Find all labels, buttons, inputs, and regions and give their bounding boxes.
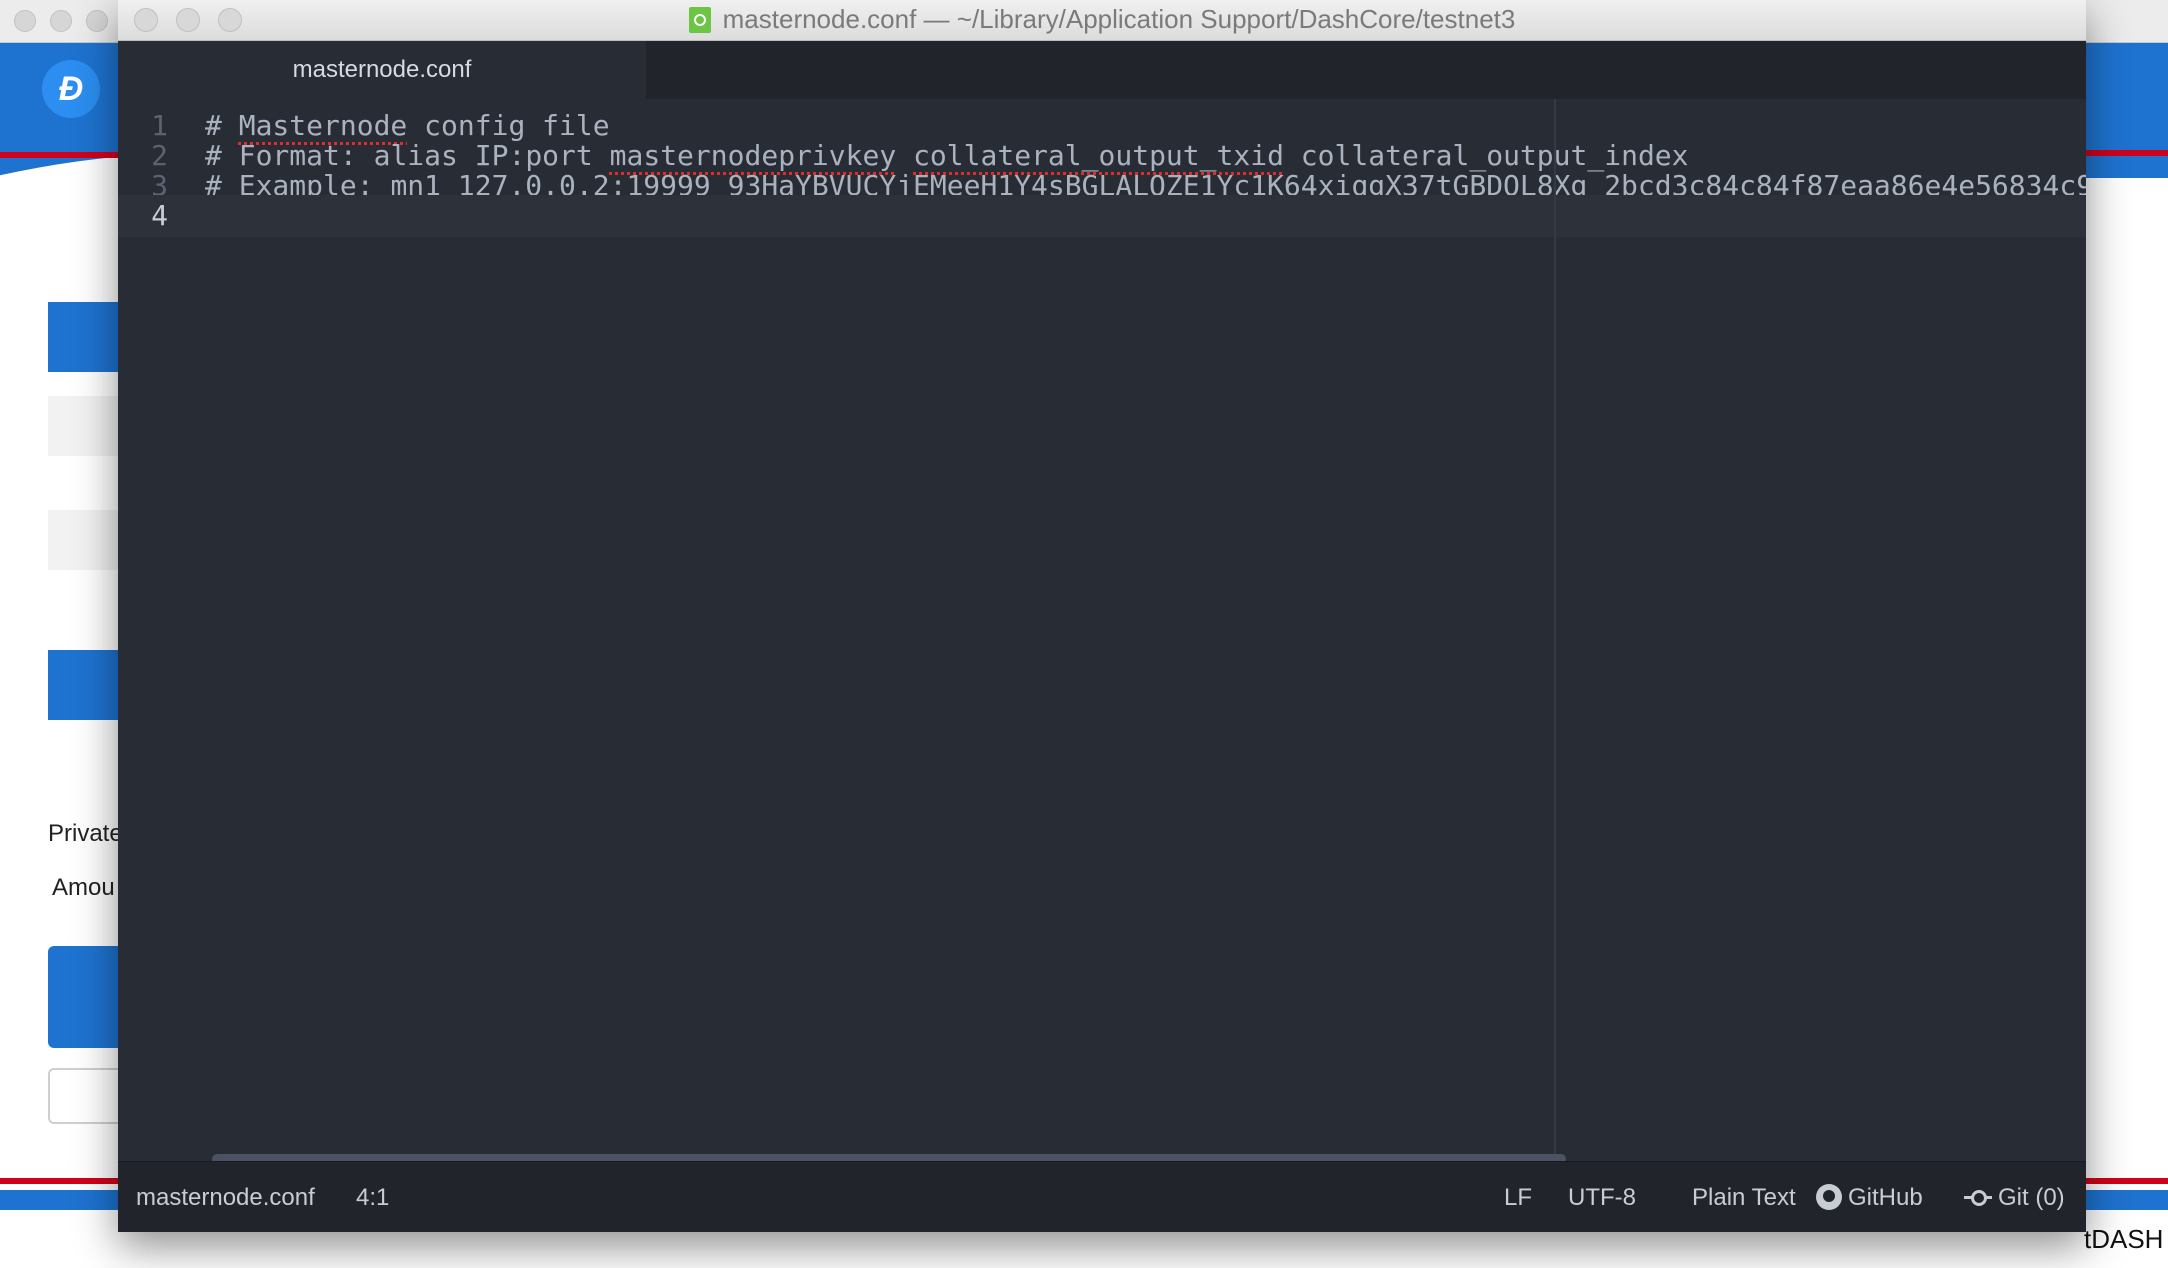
github-icon xyxy=(1816,1184,1842,1210)
wallet-field-2[interactable] xyxy=(48,510,128,570)
window-title: masternode.conf — ~/Library/Application … xyxy=(118,0,2086,40)
footer-red-stripe-right xyxy=(2080,1178,2168,1184)
background-minimize-button[interactable] xyxy=(50,10,72,32)
status-git[interactable]: Git (0) xyxy=(1964,1162,2065,1232)
status-bar: masternode.conf 4:1 LF UTF-8 Plain Text … xyxy=(118,1161,2086,1232)
line-number-gutter[interactable] xyxy=(118,99,206,1161)
line-number: 4 xyxy=(151,199,168,232)
dash-logo-icon: Đ xyxy=(42,60,100,118)
status-cursor-position[interactable]: 4:1 xyxy=(356,1162,389,1232)
wallet-blue-button-1[interactable] xyxy=(48,302,128,372)
wallet-field-1[interactable] xyxy=(48,396,128,456)
github-label: GitHub xyxy=(1848,1184,1923,1211)
code-line-4[interactable]: 4 xyxy=(118,195,2086,237)
header-blue-stripe-right xyxy=(2080,134,2168,140)
status-line-ending[interactable]: LF xyxy=(1504,1162,1532,1232)
document-icon xyxy=(688,7,711,33)
wrap-guide xyxy=(1554,99,1556,1161)
background-window-controls xyxy=(14,10,108,32)
private-key-label: Private xyxy=(48,820,123,847)
code-editor[interactable]: 1 # Masternode config file 2 # Format: a… xyxy=(118,99,2086,1164)
wallet-submit-button[interactable] xyxy=(48,946,128,1048)
background-zoom-button[interactable] xyxy=(86,10,108,32)
editor-titlebar[interactable]: masternode.conf — ~/Library/Application … xyxy=(118,0,2086,41)
amount-label: Amou xyxy=(52,874,115,901)
status-grammar[interactable]: Plain Text xyxy=(1692,1162,1796,1232)
git-commit-icon xyxy=(1964,1190,1992,1206)
header-red-stripe-right xyxy=(2080,150,2168,156)
currency-unit-label: tDASH xyxy=(2084,1224,2164,1254)
background-close-button[interactable] xyxy=(14,10,36,32)
git-label: Git (0) xyxy=(1998,1184,2065,1211)
wallet-blue-button-2[interactable] xyxy=(48,650,128,720)
status-file-name[interactable]: masternode.conf xyxy=(136,1162,315,1232)
editor-window: masternode.conf — ~/Library/Application … xyxy=(118,0,2086,1232)
tab-masternode-conf[interactable]: masternode.conf xyxy=(118,41,646,99)
tab-bar: masternode.conf xyxy=(118,41,2086,99)
status-github[interactable]: GitHub xyxy=(1816,1162,1923,1232)
status-encoding[interactable]: UTF-8 xyxy=(1568,1162,1636,1232)
footer-blue-stripe-right xyxy=(2080,1190,2168,1210)
window-title-text: masternode.conf — ~/Library/Application … xyxy=(722,4,1516,34)
